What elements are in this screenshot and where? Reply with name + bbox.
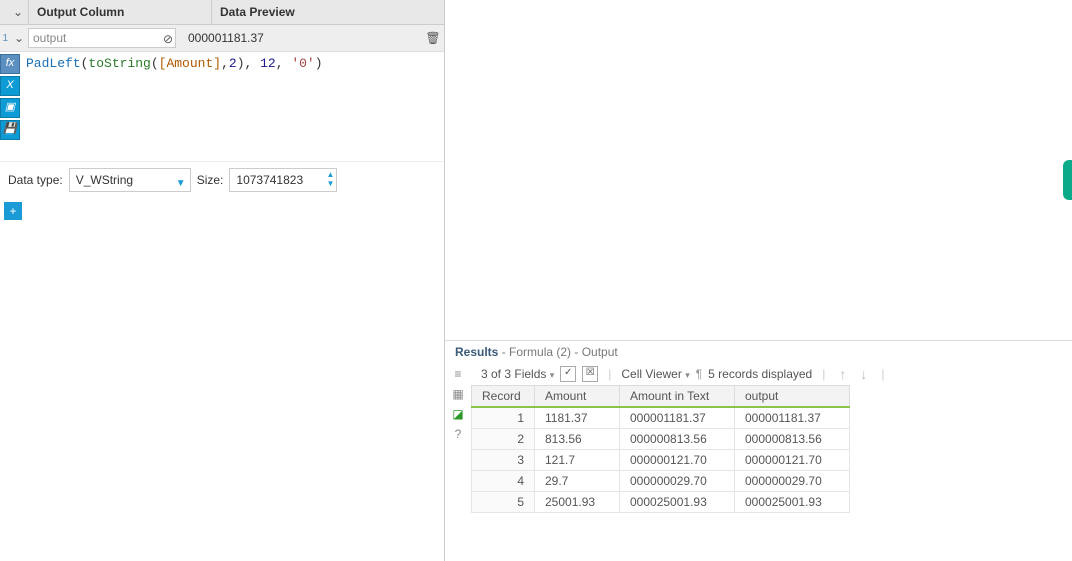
- data-type-select[interactable]: V_WString ▼: [69, 168, 191, 192]
- table-cell: 000000029.70: [620, 471, 735, 492]
- data-preview-value: 000001181.37: [180, 31, 422, 45]
- folder-icon[interactable]: ▣: [0, 98, 20, 118]
- table-cell: 1: [472, 407, 535, 429]
- results-table: Record Amount Amount in Text output 1118…: [471, 385, 850, 513]
- table-cell: 000000813.56: [620, 429, 735, 450]
- table-cell: 000000121.70: [620, 450, 735, 471]
- add-expression-button[interactable]: +: [4, 202, 22, 220]
- table-row[interactable]: 3121.7000000121.70000000121.70: [472, 450, 850, 471]
- formula-config-panel: ⌄ Output Column Data Preview 1 ⌄ output …: [0, 0, 445, 561]
- check-icon[interactable]: ✓: [560, 366, 576, 382]
- delete-row-icon[interactable]: 🗑: [422, 31, 444, 45]
- output-column-header: Output Column: [28, 0, 211, 24]
- fx-icon[interactable]: fx: [0, 54, 20, 74]
- size-spinner[interactable]: ▲▼: [326, 170, 334, 188]
- messages-icon[interactable]: ≡: [450, 367, 466, 381]
- prev-records-icon[interactable]: ↑: [839, 366, 846, 382]
- save-icon[interactable]: 💾: [0, 120, 20, 140]
- variable-icon[interactable]: X: [0, 76, 20, 96]
- size-label: Size:: [197, 173, 224, 187]
- output-column-value: output: [33, 31, 66, 45]
- workflow-canvas[interactable]: output = PadLeft(toString([Amount],2), 1…: [445, 0, 1072, 340]
- cell-viewer-dropdown[interactable]: Cell Viewer ▾: [621, 367, 689, 381]
- table-row[interactable]: 525001.93000025001.93000025001.93: [472, 492, 850, 513]
- formula-editor[interactable]: PadLeft(toString([Amount],2), 12, '0'): [20, 52, 444, 161]
- table-cell: 5: [472, 492, 535, 513]
- records-label: 5 records displayed: [708, 367, 812, 381]
- help-icon[interactable]: ?: [450, 427, 466, 441]
- table-cell: 29.7: [535, 471, 620, 492]
- clear-output-icon[interactable]: ⊘: [163, 30, 173, 48]
- formula-toolbar: fx X ▣ 💾: [0, 52, 20, 161]
- config-header: ⌄ Output Column Data Preview: [0, 0, 444, 25]
- table-cell: 813.56: [535, 429, 620, 450]
- data-preview-header: Data Preview: [211, 0, 444, 24]
- row-collapse-icon[interactable]: ⌄: [10, 31, 28, 45]
- table-cell: 000000813.56: [735, 429, 850, 450]
- table-row[interactable]: 11181.37000001181.37000001181.37: [472, 407, 850, 429]
- table-cell: 4: [472, 471, 535, 492]
- results-title: Results - Formula (2) - Output: [445, 341, 1072, 363]
- data-type-label: Data type:: [8, 173, 63, 187]
- table-cell: 000000121.70: [735, 450, 850, 471]
- text-input-tool[interactable]: [1063, 160, 1072, 200]
- row-handle-icon[interactable]: 1: [0, 33, 10, 44]
- table-cell: 000025001.93: [620, 492, 735, 513]
- collapse-all-icon[interactable]: ⌄: [8, 5, 28, 19]
- results-panel: Results - Formula (2) - Output ≡ ▦ ◪ ? 3…: [445, 340, 1072, 561]
- pilcrow-icon[interactable]: ¶: [696, 367, 702, 381]
- col-output[interactable]: output: [735, 386, 850, 408]
- table-cell: 000001181.37: [735, 407, 850, 429]
- table-cell: 1181.37: [535, 407, 620, 429]
- col-amount-text[interactable]: Amount in Text: [620, 386, 735, 408]
- table-cell: 121.7: [535, 450, 620, 471]
- col-amount[interactable]: Amount: [535, 386, 620, 408]
- output-field-row: 1 ⌄ output ⊘ 000001181.37 🗑: [0, 25, 444, 52]
- table-cell: 25001.93: [535, 492, 620, 513]
- table-cell: 000000029.70: [735, 471, 850, 492]
- table-row[interactable]: 429.7000000029.70000000029.70: [472, 471, 850, 492]
- formula-text: PadLeft(toString([Amount],2), 12, '0'): [26, 56, 323, 71]
- table-cell: 3: [472, 450, 535, 471]
- results-side-toolbar: ≡ ▦ ◪ ?: [445, 363, 471, 561]
- col-record[interactable]: Record: [472, 386, 535, 408]
- table-row[interactable]: 2813.56000000813.56000000813.56: [472, 429, 850, 450]
- table-cell: 2: [472, 429, 535, 450]
- table-header-row: Record Amount Amount in Text output: [472, 386, 850, 408]
- metadata-icon[interactable]: ▦: [450, 387, 466, 401]
- results-toolbar: 3 of 3 Fields ▾ ✓ ☒ | Cell Viewer ▾ ¶ 5 …: [471, 363, 1072, 385]
- next-records-icon[interactable]: ↓: [860, 366, 867, 382]
- data-view-icon[interactable]: ◪: [450, 407, 466, 421]
- size-input[interactable]: 1073741823 ▲▼: [229, 168, 337, 192]
- table-cell: 000025001.93: [735, 492, 850, 513]
- dropdown-icon: ▼: [176, 173, 186, 195]
- cancel-icon[interactable]: ☒: [582, 366, 598, 382]
- output-column-input[interactable]: output ⊘: [28, 28, 176, 48]
- table-cell: 000001181.37: [620, 407, 735, 429]
- data-type-row: Data type: V_WString ▼ Size: 1073741823 …: [0, 161, 444, 198]
- fields-dropdown[interactable]: 3 of 3 Fields ▾: [481, 367, 554, 381]
